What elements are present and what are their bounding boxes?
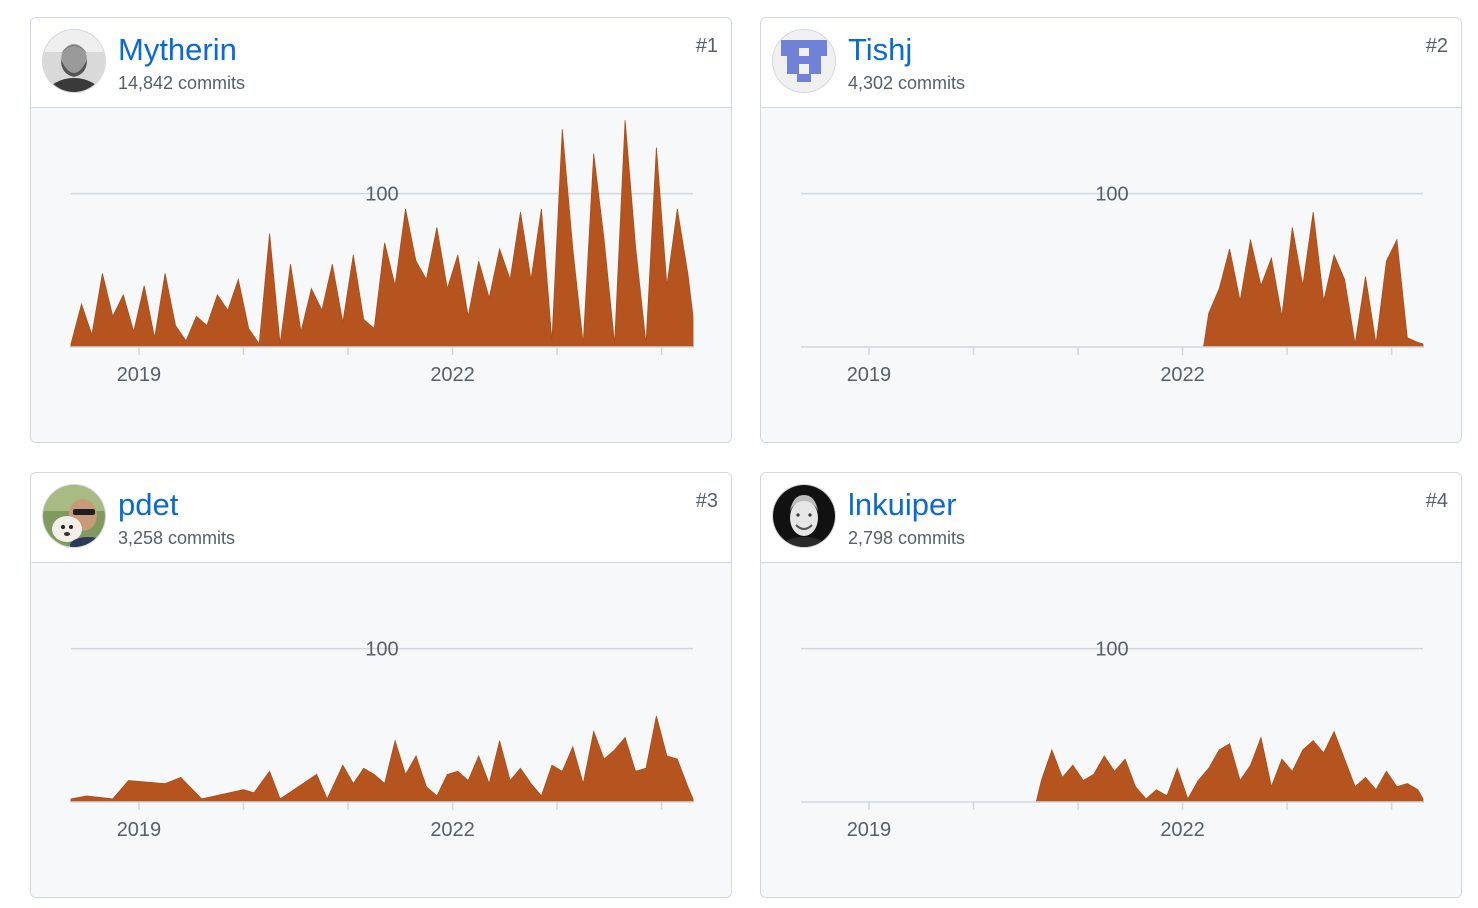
commit-area-series — [70, 120, 694, 348]
x-tick-label: 2019 — [117, 364, 162, 386]
x-tick-label: 2019 — [847, 819, 892, 841]
y-tick-label: 100 — [365, 184, 398, 206]
commit-area-chart: 100 2019 2022 — [801, 184, 1424, 386]
rank-label: #3 — [695, 490, 718, 512]
y-tick-label: 100 — [1095, 184, 1128, 206]
contributor-card: lnkuiper 2,798 commits #4 100 2019 2022 — [760, 472, 1462, 898]
contributor-card: Tishj 4,302 commits #2 100 2019 2022 — [760, 17, 1462, 443]
commit-activity-chart: 100 2019 2022 — [31, 108, 731, 442]
contributor-name-link[interactable]: pdet — [118, 487, 178, 523]
x-tick-label: 2019 — [847, 364, 892, 386]
commit-area-chart: 100 2019 2022 — [70, 639, 694, 841]
rank-label: #4 — [1425, 490, 1448, 512]
person-photo-dog-icon[interactable] — [43, 485, 105, 547]
commit-count: 2,798 commits — [848, 528, 966, 548]
contributor-card: Mytherin 14,842 commits #1 100 2019 2022 — [30, 17, 732, 443]
commit-count: 3,258 commits — [118, 528, 236, 548]
commit-activity-chart: 100 2019 2022 — [31, 563, 731, 897]
rank-label: #1 — [695, 35, 718, 57]
y-tick-label: 100 — [1095, 639, 1128, 661]
identicon-blue-icon[interactable] — [773, 30, 835, 92]
x-tick-label: 2022 — [1160, 819, 1205, 841]
commit-area-series — [70, 715, 694, 803]
x-tick-label: 2022 — [430, 819, 475, 841]
commit-area-chart: 100 2019 2022 — [801, 639, 1424, 841]
commit-count: 14,842 commits — [118, 73, 246, 93]
card-header: lnkuiper 2,798 commits #4 — [761, 473, 1461, 563]
x-tick-label: 2019 — [117, 819, 162, 841]
commit-area-series — [801, 730, 1424, 803]
contributor-card: pdet 3,258 commits #3 100 2019 2022 — [30, 472, 732, 898]
x-tick-label: 2022 — [430, 364, 475, 386]
card-header: pdet 3,258 commits #3 — [31, 473, 731, 563]
commit-count: 4,302 commits — [848, 73, 966, 93]
commit-activity-chart: 100 2019 2022 — [761, 108, 1461, 442]
commit-area-chart: 100 2019 2022 — [70, 120, 694, 386]
contributor-name-link[interactable]: Tishj — [848, 32, 912, 68]
commit-area-series — [801, 212, 1424, 348]
card-header: Mytherin 14,842 commits #1 — [31, 18, 731, 108]
commit-activity-chart: 100 2019 2022 — [761, 563, 1461, 897]
person-photo-bw-icon[interactable] — [773, 485, 835, 547]
y-tick-label: 100 — [365, 639, 398, 661]
x-tick-label: 2022 — [1160, 364, 1205, 386]
rank-label: #2 — [1425, 35, 1448, 57]
contributor-name-link[interactable]: Mytherin — [118, 32, 237, 68]
contributors-grid: Mytherin 14,842 commits #1 100 2019 2022 — [0, 0, 1478, 908]
person-photo-beard-icon[interactable] — [43, 30, 105, 92]
contributor-name-link[interactable]: lnkuiper — [848, 487, 957, 523]
card-header: Tishj 4,302 commits #2 — [761, 18, 1461, 108]
